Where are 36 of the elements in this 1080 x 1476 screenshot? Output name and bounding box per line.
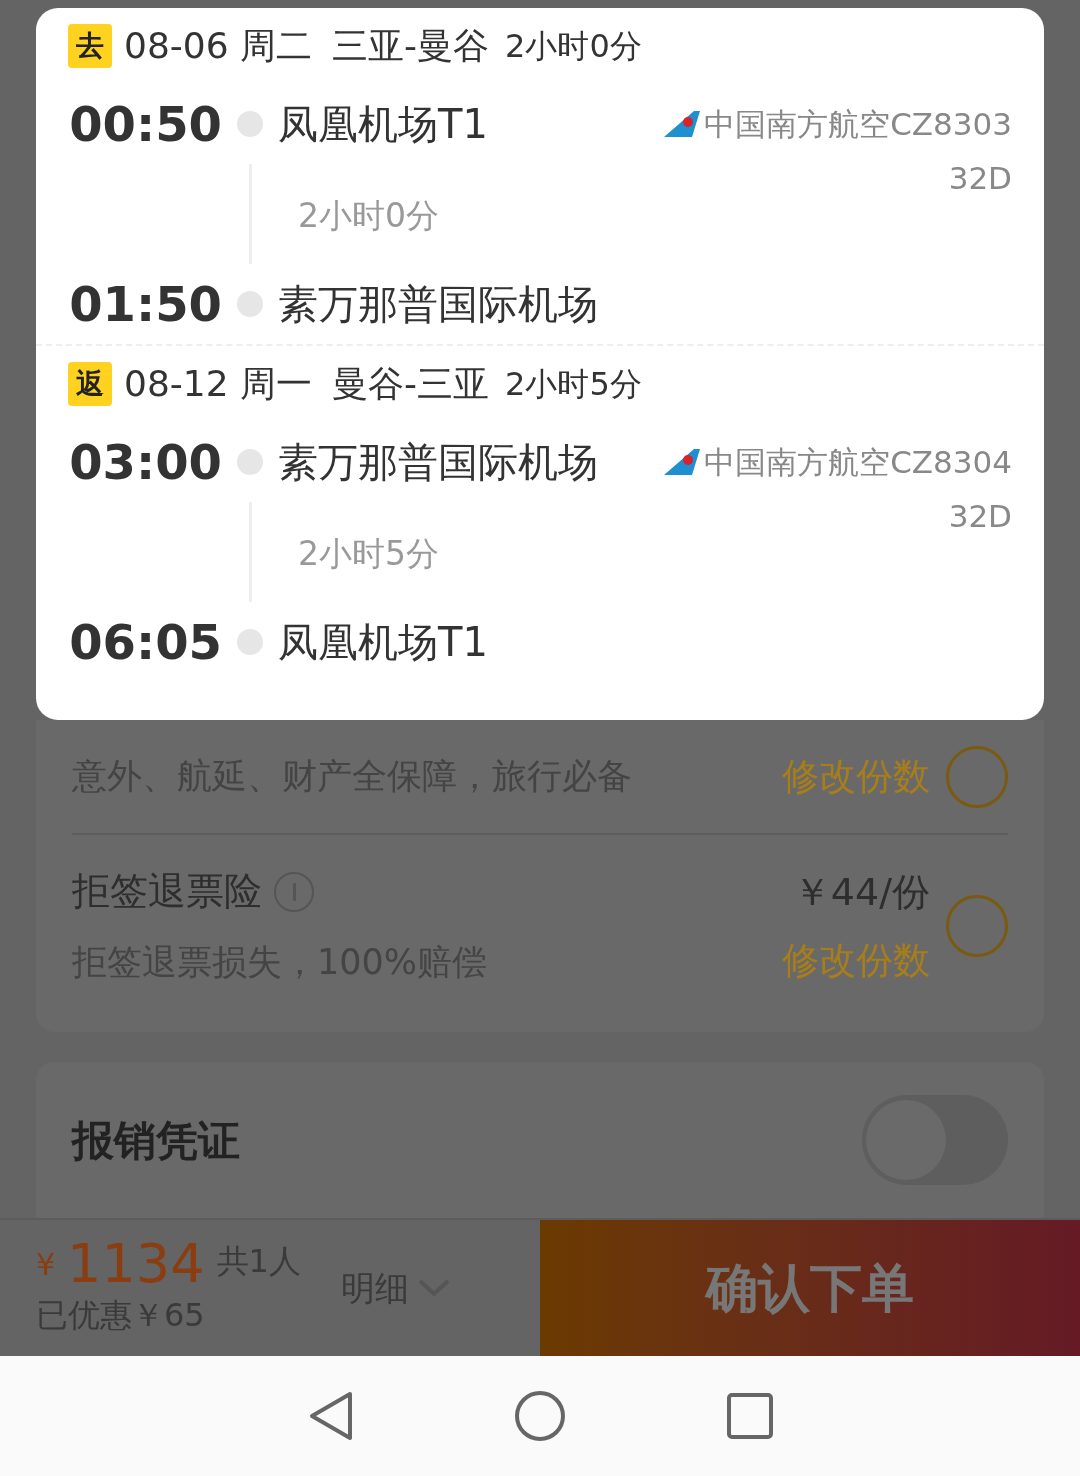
flight-route: 三亚-曼谷 (332, 24, 490, 68)
airline-logo-icon (664, 449, 701, 475)
arrival-airport: 凤凰机场T1 (278, 618, 489, 667)
flight-date: 08-12 周一 (124, 362, 313, 406)
arrival-time: 06:05 (68, 613, 222, 672)
arrival-time: 01:50 (68, 275, 222, 334)
change-quantity-link[interactable]: 修改份数 (782, 748, 930, 805)
flight-route: 曼谷-三亚 (332, 362, 490, 406)
airline-flight-number: 中国南方航空CZ8303 (704, 104, 1012, 144)
leg-duration: 2小时5分 (297, 532, 440, 575)
departure-time: 00:50 (68, 95, 222, 154)
airline-logo-icon (664, 111, 701, 137)
flight-duration: 2小时5分 (505, 364, 642, 405)
home-icon[interactable] (514, 1390, 566, 1442)
trip-tag: 去 (68, 24, 112, 68)
seat-number: 32D (947, 163, 1012, 194)
trip-tag: 返 (68, 362, 112, 406)
departure-airport: 凤凰机场T1 (278, 100, 488, 149)
leg-duration: 2小时0分 (297, 194, 440, 237)
invoice-label: 报销凭证 (72, 1114, 240, 1167)
insurance-price: ￥44/份 (792, 868, 930, 916)
flight-date: 08-06 周二 (124, 24, 313, 68)
radio-button[interactable] (946, 745, 1008, 808)
seat-number: 32D (947, 501, 1012, 532)
radio-button[interactable] (946, 895, 1008, 957)
airline-flight-number: 中国南方航空CZ8304 (704, 442, 1012, 482)
departure-airport: 素万那普国际机场 (278, 438, 598, 487)
total-price: 1134 (67, 1237, 205, 1291)
currency-symbol: ¥ (36, 1246, 56, 1284)
recent-apps-icon[interactable] (726, 1392, 774, 1440)
departure-time: 03:00 (68, 433, 222, 492)
flight-duration: 2小时0分 (505, 26, 642, 67)
insurance-title: 拒签退票险 (72, 868, 262, 916)
change-quantity-link[interactable]: 修改份数 (782, 932, 930, 989)
submit-order-button[interactable]: 确认下单 (540, 1220, 1080, 1356)
arrival-airport: 素万那普国际机场 (278, 280, 599, 329)
